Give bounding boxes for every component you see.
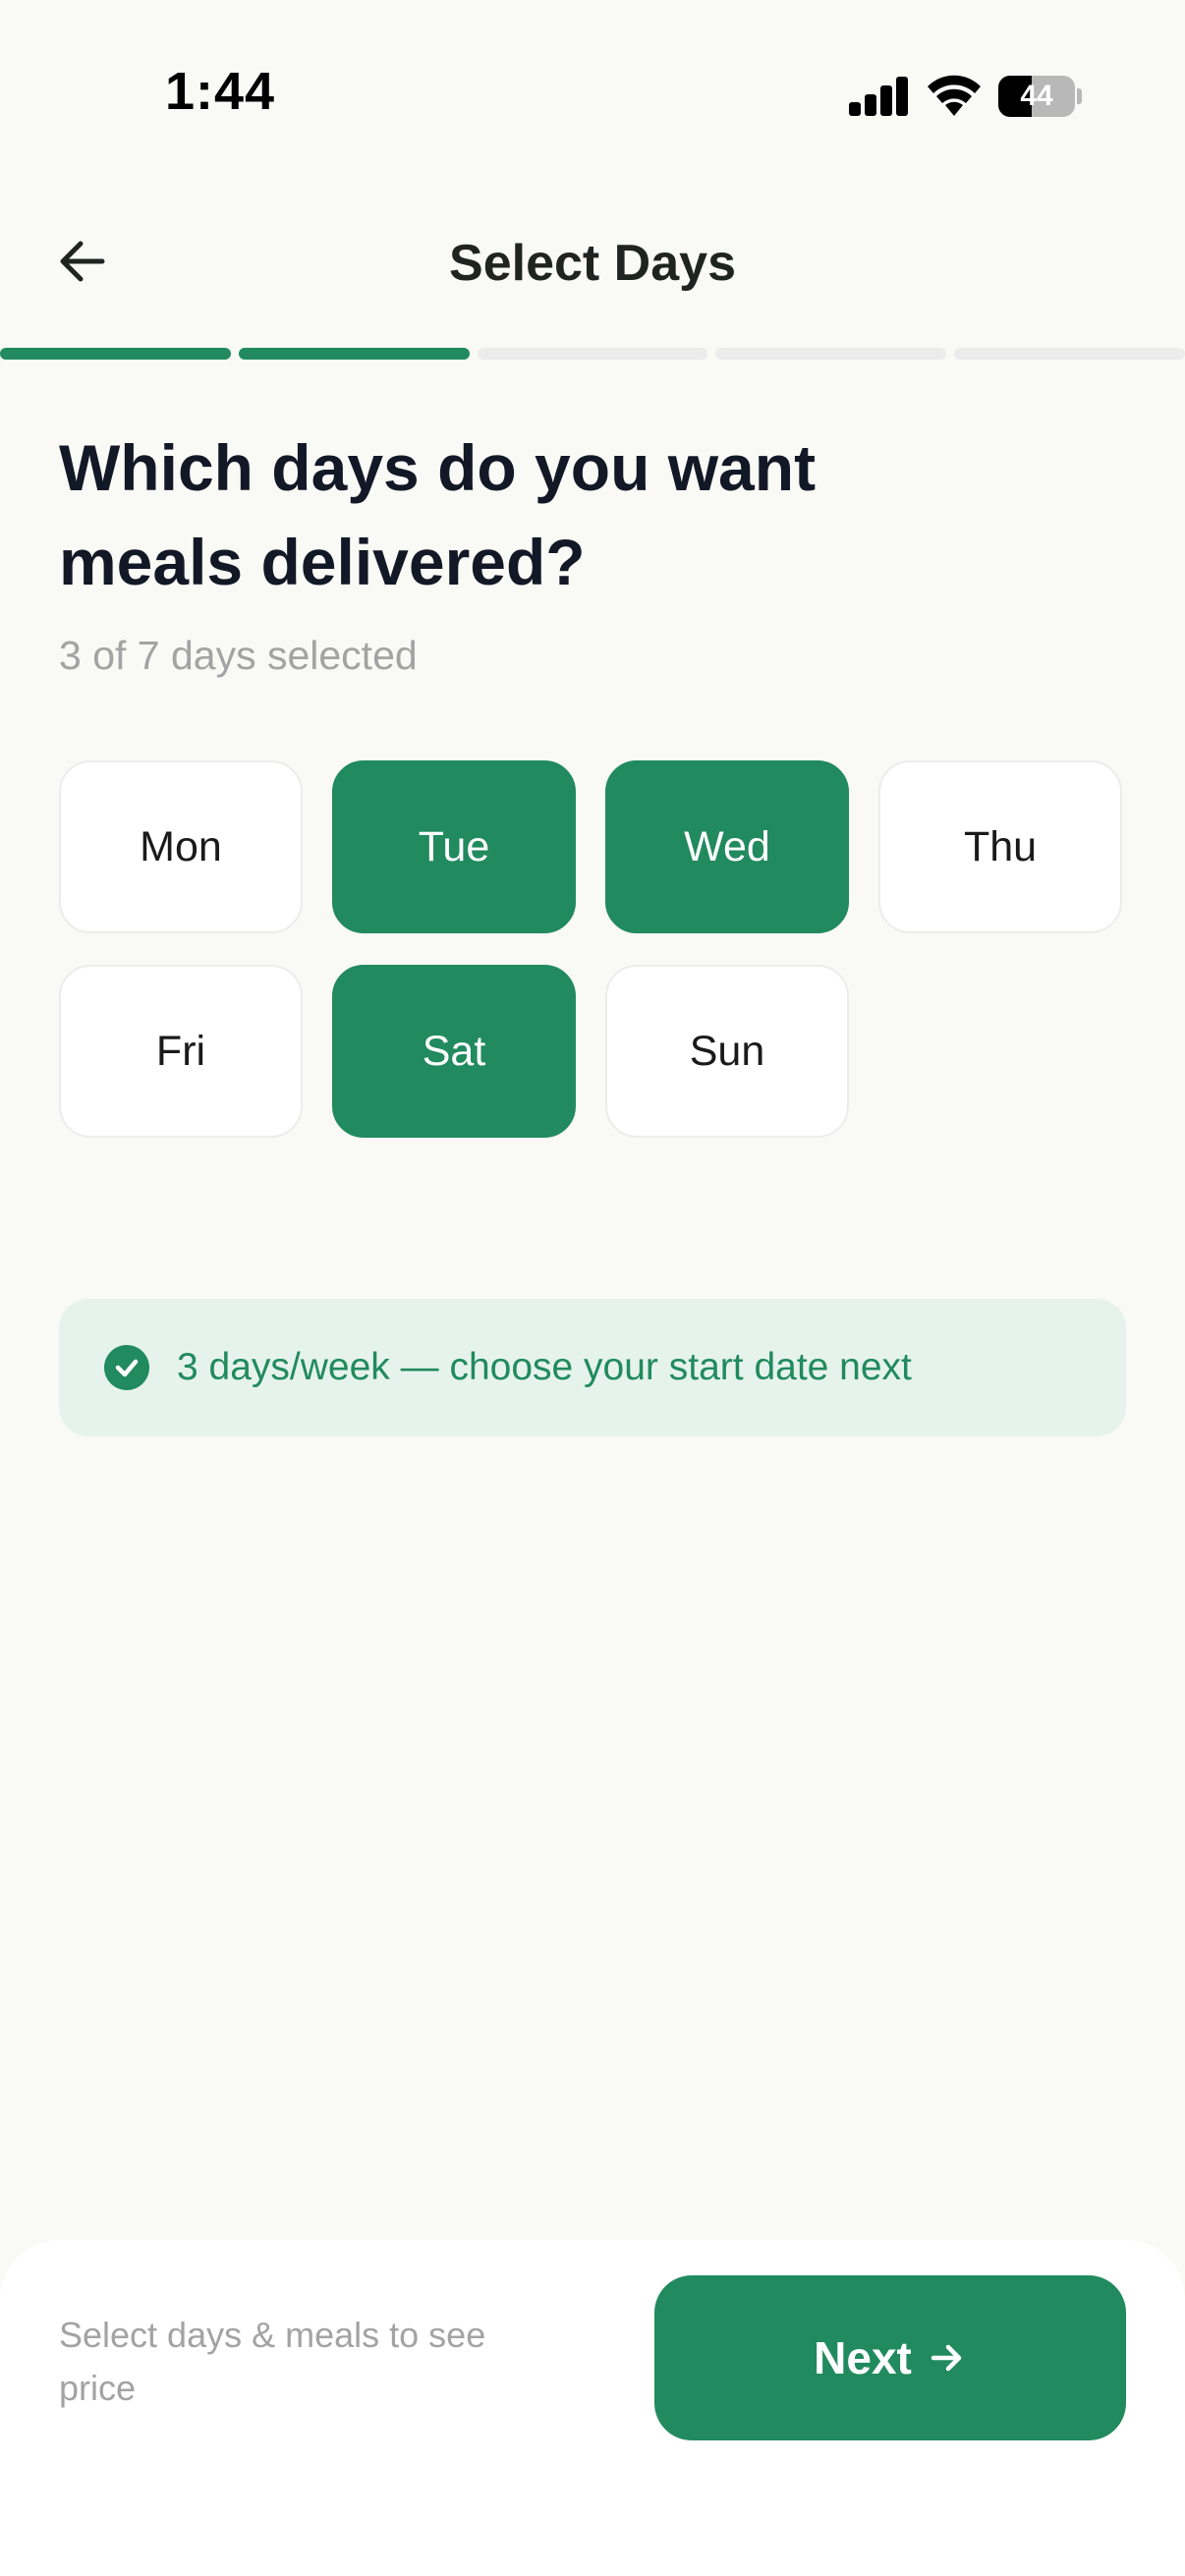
banner-text: 3 days/week — choose your start date nex…	[177, 1346, 912, 1388]
day-button-thu[interactable]: Thu	[878, 760, 1122, 933]
progress-segment-4	[715, 348, 947, 360]
battery-level: 44	[1020, 80, 1053, 112]
status-bar: 1:44 44	[0, 0, 1185, 187]
day-button-mon[interactable]: Mon	[59, 760, 303, 933]
check-circle-icon	[104, 1345, 149, 1390]
progress-segment-2	[238, 348, 470, 360]
question-heading: Which days do you want meals delivered?	[59, 431, 817, 598]
price-hint: Select days & meals to see price	[59, 2315, 486, 2408]
day-button-sun[interactable]: Sun	[605, 965, 849, 1138]
info-banner: 3 days/week — choose your start date nex…	[59, 1299, 1126, 1436]
day-button-sat[interactable]: Sat	[332, 965, 576, 1138]
day-button-tue[interactable]: Tue	[332, 760, 576, 933]
arrow-right-icon	[931, 2344, 962, 2372]
select-days-screen: 1:44 44 Select Days Which days do you wa…	[0, 0, 1185, 2576]
bottom-bar: Select days & meals to see price Next	[0, 2240, 1185, 2576]
wifi-icon	[928, 75, 981, 116]
progress-segment-1	[0, 348, 231, 360]
progress-segment-3	[477, 348, 708, 360]
next-button-label: Next	[814, 2332, 912, 2383]
page-title: Select Days	[449, 235, 736, 292]
progress-segment-5	[954, 348, 1185, 360]
battery-icon: 44	[998, 76, 1082, 117]
step-progress-bar	[0, 348, 1185, 360]
status-time: 1:44	[165, 62, 276, 121]
day-button-wed[interactable]: Wed	[605, 760, 849, 933]
cellular-signal-icon	[849, 77, 910, 116]
selection-count: 3 of 7 days selected	[59, 633, 418, 678]
day-selector-grid: Mon Tue Wed Thu Fri Sat Sun	[59, 760, 1126, 1138]
day-button-fri[interactable]: Fri	[59, 965, 303, 1138]
header: Select Days	[0, 206, 1185, 324]
next-button[interactable]: Next	[654, 2275, 1126, 2440]
